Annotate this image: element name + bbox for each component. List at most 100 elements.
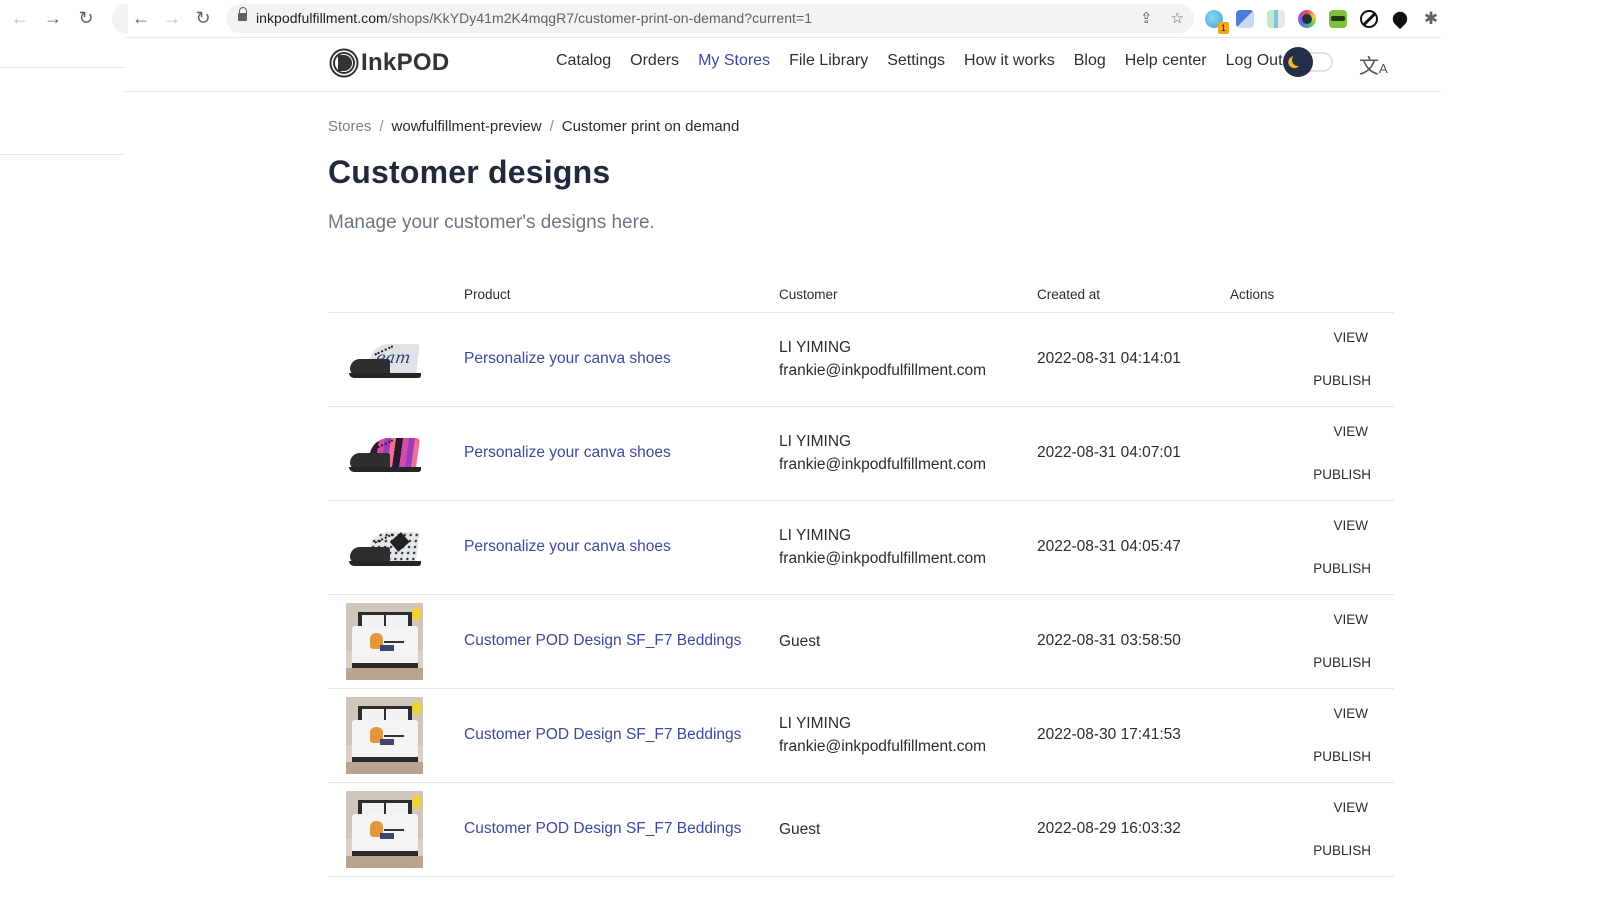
publish-button[interactable]: PUBLISH — [1313, 655, 1371, 670]
address-bar[interactable]: inkpodfulfillment.com/shops/KkYDy41m2K4m… — [226, 4, 1194, 33]
breadcrumb: Stores / wowfulfillment-preview / Custom… — [328, 118, 739, 135]
customer-name: LI YIMING — [779, 433, 852, 450]
puzzle-extensions-icon[interactable]: ✱ — [1422, 10, 1440, 28]
product-link[interactable]: Customer POD Design SF_F7 Beddings — [464, 820, 741, 837]
breadcrumb-separator: / — [379, 118, 384, 135]
lock-icon — [238, 7, 247, 21]
publish-button[interactable]: PUBLISH — [1313, 373, 1371, 388]
view-button[interactable]: VIEW — [1333, 612, 1371, 627]
customer-email: frankie@inkpodfulfillment.com — [779, 550, 986, 567]
customer-name: LI YIMING — [779, 339, 852, 356]
page-subtitle: Manage your customer's designs here. — [328, 212, 655, 233]
glasses-extension-icon[interactable] — [1329, 10, 1347, 28]
nav-how-it-works[interactable]: How it works — [964, 52, 1055, 70]
view-button[interactable]: VIEW — [1333, 706, 1371, 721]
created-at: 2022-08-31 04:14:01 — [1037, 312, 1230, 407]
column-header-actions: Actions — [1230, 278, 1394, 313]
nav-help-center[interactable]: Help center — [1125, 52, 1207, 70]
back-arrow-icon[interactable]: ← — [131, 8, 151, 28]
sheets-extension-icon[interactable] — [1267, 10, 1285, 28]
publish-button[interactable]: PUBLISH — [1313, 467, 1371, 482]
product-link[interactable]: Personalize your canva shoes — [464, 538, 671, 555]
column-header-thumbnail — [328, 278, 464, 313]
inkpod-logo[interactable]: InkPOD — [329, 48, 449, 78]
product-thumbnail-shoe[interactable] — [346, 423, 424, 483]
google-translate-extension-icon[interactable] — [1236, 10, 1254, 28]
location-pin-extension-icon[interactable] — [1389, 8, 1411, 30]
view-button[interactable]: VIEW — [1333, 518, 1371, 533]
table-row: Personalize your canva shoes LI YIMING fr… — [328, 312, 1394, 407]
created-at: 2022-08-31 04:05:47 — [1037, 500, 1230, 595]
product-thumbnail-shoe[interactable] — [346, 329, 424, 389]
page-title: Customer designs — [328, 154, 611, 190]
logo-text: InkPOD — [361, 49, 450, 76]
nav-my-stores[interactable]: My Stores — [698, 52, 770, 70]
table-row: Customer POD Design SF_F7 Beddings LI YI… — [328, 688, 1394, 783]
table-row: Personalize your canva shoes LI YIMING fr… — [328, 500, 1394, 595]
url-text[interactable]: inkpodfulfillment.com/shops/KkYDy41m2K4m… — [256, 10, 812, 26]
product-thumbnail-bedding[interactable] — [346, 602, 423, 680]
translate-icon[interactable]: 文A — [1359, 50, 1388, 79]
logo-mark-icon — [329, 48, 359, 78]
created-at: 2022-08-30 17:41:53 — [1037, 688, 1230, 783]
customer-designs-table: Product Customer Created at Actions Pers… — [328, 278, 1394, 877]
forward-arrow-icon[interactable]: → — [43, 8, 63, 28]
nav-log-out[interactable]: Log Out — [1226, 52, 1283, 70]
bookmark-star-icon[interactable]: ☆ — [1171, 9, 1184, 27]
reload-icon[interactable]: ↻ — [76, 8, 96, 28]
reload-icon[interactable]: ↻ — [193, 8, 213, 28]
share-icon[interactable]: ⇪ — [1140, 9, 1153, 27]
customer-email: frankie@inkpodfulfillment.com — [779, 456, 986, 473]
breadcrumb-stores[interactable]: Stores — [328, 118, 371, 135]
back-arrow-icon[interactable]: ← — [10, 8, 30, 28]
divider — [0, 67, 125, 68]
moon-icon — [1291, 53, 1306, 68]
customer-email: frankie@inkpodfulfillment.com — [779, 738, 986, 755]
publish-button[interactable]: PUBLISH — [1313, 749, 1371, 764]
block-extension-icon[interactable] — [1360, 10, 1378, 28]
nav-catalog[interactable]: Catalog — [556, 52, 611, 70]
site-header: InkPOD Catalog Orders My Stores File Lib… — [125, 37, 1441, 92]
product-link[interactable]: Customer POD Design SF_F7 Beddings — [464, 726, 741, 743]
column-header-created-at: Created at — [1037, 278, 1230, 313]
extension-badge: 1 — [1218, 22, 1229, 34]
table-header-row: Product Customer Created at Actions — [328, 278, 1394, 313]
nav-file-library[interactable]: File Library — [789, 52, 868, 70]
view-button[interactable]: VIEW — [1333, 330, 1371, 345]
created-at: 2022-08-31 03:58:50 — [1037, 594, 1230, 689]
breadcrumb-separator: / — [549, 118, 554, 135]
product-link[interactable]: Personalize your canva shoes — [464, 350, 671, 367]
dark-mode-toggle[interactable] — [1283, 47, 1333, 77]
toggle-knob — [1283, 47, 1313, 77]
publish-button[interactable]: PUBLISH — [1313, 561, 1371, 576]
breadcrumb-store[interactable]: wowfulfillment-preview — [392, 118, 542, 135]
product-thumbnail-bedding[interactable] — [346, 696, 423, 774]
product-thumbnail-bedding[interactable] — [346, 790, 423, 868]
product-thumbnail-shoe[interactable] — [346, 517, 424, 577]
browser-toolbar: ← → ↻ ← → ↻ inkpodfulfillment.com/shops/… — [0, 0, 1600, 37]
column-header-customer: Customer — [779, 278, 1037, 313]
column-header-product: Product — [464, 278, 779, 313]
customer-name: Guest — [779, 632, 821, 650]
extension-globe-icon[interactable]: 1 — [1205, 10, 1229, 34]
nav-blog[interactable]: Blog — [1074, 52, 1106, 70]
table-row: Personalize your canva shoes LI YIMING fr… — [328, 406, 1394, 501]
nav-orders[interactable]: Orders — [630, 52, 679, 70]
product-link[interactable]: Personalize your canva shoes — [464, 444, 671, 461]
customer-email: frankie@inkpodfulfillment.com — [779, 362, 986, 379]
created-at: 2022-08-29 16:03:32 — [1037, 782, 1230, 877]
divider — [0, 154, 125, 155]
customer-name: Guest — [779, 820, 821, 838]
view-button[interactable]: VIEW — [1333, 424, 1371, 439]
breadcrumb-current: Customer print on demand — [561, 118, 740, 135]
table-row: Customer POD Design SF_F7 Beddings Guest… — [328, 594, 1394, 689]
customer-name: LI YIMING — [779, 715, 852, 732]
customer-name: LI YIMING — [779, 527, 852, 544]
forward-arrow-icon[interactable]: → — [162, 8, 182, 28]
nav-settings[interactable]: Settings — [887, 52, 945, 70]
color-picker-extension-icon[interactable] — [1298, 10, 1316, 28]
product-link[interactable]: Customer POD Design SF_F7 Beddings — [464, 632, 741, 649]
publish-button[interactable]: PUBLISH — [1313, 843, 1371, 858]
extensions-bar: 1 ✱ — [1205, 8, 1440, 34]
view-button[interactable]: VIEW — [1333, 800, 1371, 815]
